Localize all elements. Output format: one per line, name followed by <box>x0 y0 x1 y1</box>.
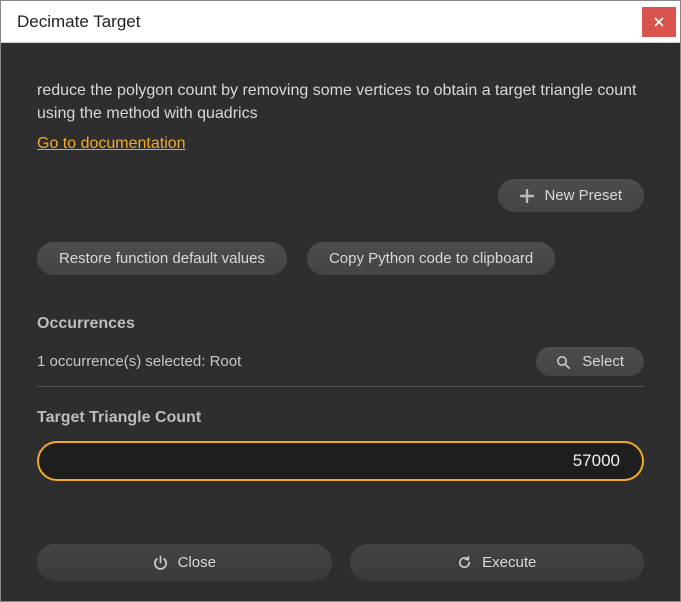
search-icon <box>556 355 570 369</box>
dialog-footer: Close Execute <box>37 518 644 581</box>
dialog-body: reduce the polygon count by removing som… <box>1 43 680 601</box>
target-count-heading: Target Triangle Count <box>37 409 644 427</box>
select-label: Select <box>582 353 624 370</box>
copy-python-label: Copy Python code to clipboard <box>329 250 533 267</box>
preset-row: New Preset <box>37 179 644 212</box>
copy-python-button[interactable]: Copy Python code to clipboard <box>307 242 555 275</box>
target-triangle-count-input[interactable] <box>37 441 644 481</box>
target-count-field <box>37 441 644 481</box>
occurrences-status: 1 occurrence(s) selected: Root <box>37 353 241 370</box>
dialog-window: Decimate Target reduce the polygon count… <box>0 0 681 602</box>
window-title: Decimate Target <box>17 12 140 32</box>
occurrences-row: 1 occurrence(s) selected: Root Select <box>37 347 644 387</box>
execute-button[interactable]: Execute <box>350 544 645 581</box>
close-window-button[interactable] <box>642 7 676 37</box>
new-preset-button[interactable]: New Preset <box>498 179 644 212</box>
description-text: reduce the polygon count by removing som… <box>37 79 644 125</box>
select-occurrences-button[interactable]: Select <box>536 347 644 376</box>
execute-label: Execute <box>482 554 536 571</box>
titlebar: Decimate Target <box>1 1 680 43</box>
new-preset-label: New Preset <box>544 187 622 204</box>
close-button[interactable]: Close <box>37 544 332 581</box>
utility-row: Restore function default values Copy Pyt… <box>37 242 644 275</box>
restore-defaults-button[interactable]: Restore function default values <box>37 242 287 275</box>
plus-icon <box>520 189 534 203</box>
occurrences-heading: Occurrences <box>37 315 644 333</box>
power-icon <box>153 555 168 570</box>
refresh-icon <box>457 555 472 570</box>
documentation-link[interactable]: Go to documentation <box>37 135 644 153</box>
restore-defaults-label: Restore function default values <box>59 250 265 267</box>
close-icon <box>654 17 664 27</box>
close-label: Close <box>178 554 216 571</box>
